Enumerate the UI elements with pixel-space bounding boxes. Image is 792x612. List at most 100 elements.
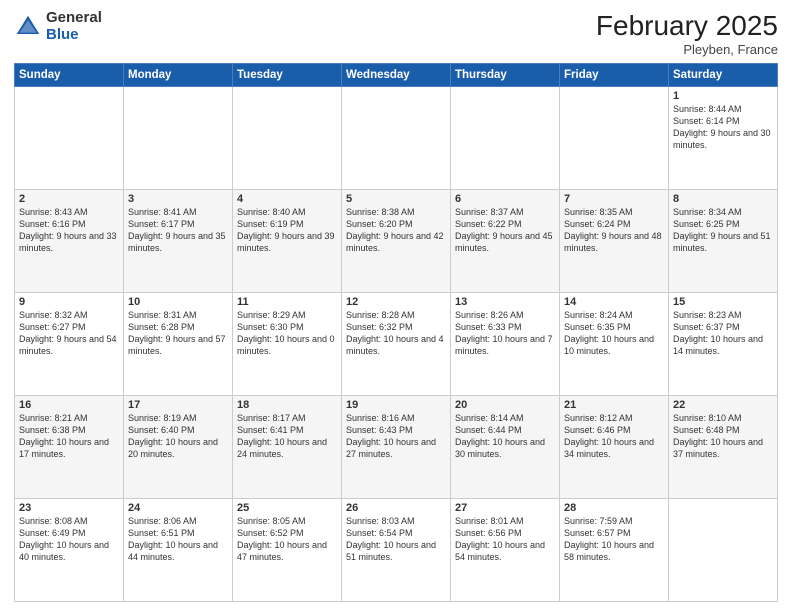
day-header-tuesday: Tuesday: [233, 64, 342, 87]
day-cell: 6Sunrise: 8:37 AM Sunset: 6:22 PM Daylig…: [451, 190, 560, 293]
day-info: Sunrise: 8:24 AM Sunset: 6:35 PM Dayligh…: [564, 309, 664, 358]
day-cell: 14Sunrise: 8:24 AM Sunset: 6:35 PM Dayli…: [560, 293, 669, 396]
header-row: SundayMondayTuesdayWednesdayThursdayFrid…: [15, 64, 778, 87]
day-number: 26: [346, 502, 446, 514]
day-info: Sunrise: 8:03 AM Sunset: 6:54 PM Dayligh…: [346, 515, 446, 564]
day-number: 5: [346, 193, 446, 205]
day-header-thursday: Thursday: [451, 64, 560, 87]
page: General Blue February 2025 Pleyben, Fran…: [0, 0, 792, 612]
day-cell: 5Sunrise: 8:38 AM Sunset: 6:20 PM Daylig…: [342, 190, 451, 293]
week-row-2: 2Sunrise: 8:43 AM Sunset: 6:16 PM Daylig…: [15, 190, 778, 293]
day-info: Sunrise: 8:34 AM Sunset: 6:25 PM Dayligh…: [673, 206, 773, 255]
day-number: 1: [673, 90, 773, 102]
day-info: Sunrise: 8:19 AM Sunset: 6:40 PM Dayligh…: [128, 412, 228, 461]
day-cell: 24Sunrise: 8:06 AM Sunset: 6:51 PM Dayli…: [124, 499, 233, 602]
month-title: February 2025: [596, 10, 778, 42]
logo-general: General: [46, 10, 102, 27]
day-cell: 22Sunrise: 8:10 AM Sunset: 6:48 PM Dayli…: [669, 396, 778, 499]
day-info: Sunrise: 8:28 AM Sunset: 6:32 PM Dayligh…: [346, 309, 446, 358]
day-cell: 21Sunrise: 8:12 AM Sunset: 6:46 PM Dayli…: [560, 396, 669, 499]
day-cell: 3Sunrise: 8:41 AM Sunset: 6:17 PM Daylig…: [124, 190, 233, 293]
logo-icon: [14, 13, 42, 41]
day-cell: [342, 87, 451, 190]
day-cell: 2Sunrise: 8:43 AM Sunset: 6:16 PM Daylig…: [15, 190, 124, 293]
day-number: 23: [19, 502, 119, 514]
day-cell: [15, 87, 124, 190]
day-cell: 4Sunrise: 8:40 AM Sunset: 6:19 PM Daylig…: [233, 190, 342, 293]
day-info: Sunrise: 8:12 AM Sunset: 6:46 PM Dayligh…: [564, 412, 664, 461]
day-number: 27: [455, 502, 555, 514]
day-number: 4: [237, 193, 337, 205]
day-info: Sunrise: 8:05 AM Sunset: 6:52 PM Dayligh…: [237, 515, 337, 564]
calendar-table: SundayMondayTuesdayWednesdayThursdayFrid…: [14, 63, 778, 602]
day-number: 9: [19, 296, 119, 308]
day-info: Sunrise: 8:26 AM Sunset: 6:33 PM Dayligh…: [455, 309, 555, 358]
day-cell: 17Sunrise: 8:19 AM Sunset: 6:40 PM Dayli…: [124, 396, 233, 499]
day-info: Sunrise: 8:17 AM Sunset: 6:41 PM Dayligh…: [237, 412, 337, 461]
header: General Blue February 2025 Pleyben, Fran…: [14, 10, 778, 57]
day-number: 6: [455, 193, 555, 205]
day-header-monday: Monday: [124, 64, 233, 87]
day-number: 7: [564, 193, 664, 205]
day-info: Sunrise: 8:43 AM Sunset: 6:16 PM Dayligh…: [19, 206, 119, 255]
day-cell: 12Sunrise: 8:28 AM Sunset: 6:32 PM Dayli…: [342, 293, 451, 396]
day-header-friday: Friday: [560, 64, 669, 87]
week-row-4: 16Sunrise: 8:21 AM Sunset: 6:38 PM Dayli…: [15, 396, 778, 499]
day-number: 20: [455, 399, 555, 411]
day-cell: 28Sunrise: 7:59 AM Sunset: 6:57 PM Dayli…: [560, 499, 669, 602]
day-cell: 16Sunrise: 8:21 AM Sunset: 6:38 PM Dayli…: [15, 396, 124, 499]
logo-text: General Blue: [46, 10, 102, 43]
day-cell: 13Sunrise: 8:26 AM Sunset: 6:33 PM Dayli…: [451, 293, 560, 396]
day-number: 24: [128, 502, 228, 514]
day-cell: 25Sunrise: 8:05 AM Sunset: 6:52 PM Dayli…: [233, 499, 342, 602]
day-info: Sunrise: 7:59 AM Sunset: 6:57 PM Dayligh…: [564, 515, 664, 564]
day-number: 3: [128, 193, 228, 205]
title-area: February 2025 Pleyben, France: [596, 10, 778, 57]
day-cell: [451, 87, 560, 190]
day-cell: 26Sunrise: 8:03 AM Sunset: 6:54 PM Dayli…: [342, 499, 451, 602]
day-cell: 9Sunrise: 8:32 AM Sunset: 6:27 PM Daylig…: [15, 293, 124, 396]
day-info: Sunrise: 8:10 AM Sunset: 6:48 PM Dayligh…: [673, 412, 773, 461]
day-info: Sunrise: 8:08 AM Sunset: 6:49 PM Dayligh…: [19, 515, 119, 564]
day-cell: [233, 87, 342, 190]
day-number: 19: [346, 399, 446, 411]
day-header-saturday: Saturday: [669, 64, 778, 87]
day-number: 2: [19, 193, 119, 205]
day-info: Sunrise: 8:41 AM Sunset: 6:17 PM Dayligh…: [128, 206, 228, 255]
day-info: Sunrise: 8:21 AM Sunset: 6:38 PM Dayligh…: [19, 412, 119, 461]
week-row-5: 23Sunrise: 8:08 AM Sunset: 6:49 PM Dayli…: [15, 499, 778, 602]
day-number: 11: [237, 296, 337, 308]
day-info: Sunrise: 8:06 AM Sunset: 6:51 PM Dayligh…: [128, 515, 228, 564]
week-row-1: 1Sunrise: 8:44 AM Sunset: 6:14 PM Daylig…: [15, 87, 778, 190]
location: Pleyben, France: [596, 42, 778, 57]
day-cell: 23Sunrise: 8:08 AM Sunset: 6:49 PM Dayli…: [15, 499, 124, 602]
day-number: 28: [564, 502, 664, 514]
day-info: Sunrise: 8:37 AM Sunset: 6:22 PM Dayligh…: [455, 206, 555, 255]
day-number: 12: [346, 296, 446, 308]
day-number: 15: [673, 296, 773, 308]
day-info: Sunrise: 8:14 AM Sunset: 6:44 PM Dayligh…: [455, 412, 555, 461]
day-info: Sunrise: 8:01 AM Sunset: 6:56 PM Dayligh…: [455, 515, 555, 564]
day-number: 17: [128, 399, 228, 411]
day-number: 13: [455, 296, 555, 308]
week-row-3: 9Sunrise: 8:32 AM Sunset: 6:27 PM Daylig…: [15, 293, 778, 396]
day-info: Sunrise: 8:40 AM Sunset: 6:19 PM Dayligh…: [237, 206, 337, 255]
logo: General Blue: [14, 10, 102, 43]
day-cell: [124, 87, 233, 190]
day-number: 21: [564, 399, 664, 411]
day-info: Sunrise: 8:16 AM Sunset: 6:43 PM Dayligh…: [346, 412, 446, 461]
day-info: Sunrise: 8:29 AM Sunset: 6:30 PM Dayligh…: [237, 309, 337, 358]
day-cell: [669, 499, 778, 602]
day-cell: [560, 87, 669, 190]
logo-blue: Blue: [46, 27, 102, 44]
day-cell: 10Sunrise: 8:31 AM Sunset: 6:28 PM Dayli…: [124, 293, 233, 396]
day-number: 18: [237, 399, 337, 411]
day-cell: 27Sunrise: 8:01 AM Sunset: 6:56 PM Dayli…: [451, 499, 560, 602]
day-header-wednesday: Wednesday: [342, 64, 451, 87]
day-cell: 18Sunrise: 8:17 AM Sunset: 6:41 PM Dayli…: [233, 396, 342, 499]
day-info: Sunrise: 8:44 AM Sunset: 6:14 PM Dayligh…: [673, 103, 773, 152]
day-cell: 19Sunrise: 8:16 AM Sunset: 6:43 PM Dayli…: [342, 396, 451, 499]
day-header-sunday: Sunday: [15, 64, 124, 87]
day-number: 22: [673, 399, 773, 411]
day-number: 16: [19, 399, 119, 411]
